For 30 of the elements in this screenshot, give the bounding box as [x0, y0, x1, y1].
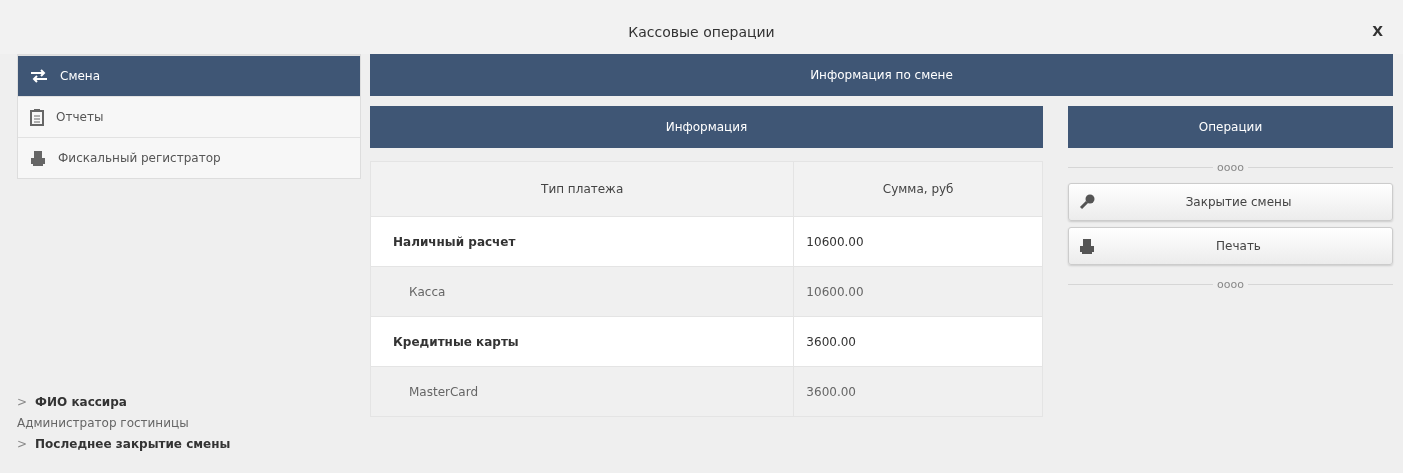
printer-icon — [1079, 238, 1095, 254]
section-header: Информация по смене — [370, 54, 1393, 96]
column-header: Сумма, руб — [793, 161, 1043, 217]
key-icon — [1079, 194, 1095, 210]
separator-ornament: oooo — [1217, 278, 1244, 291]
table-cell: Наличный расчет — [370, 216, 794, 267]
sidebar-item[interactable]: Фискальный регистратор — [18, 137, 360, 178]
column-header: Тип платежа — [370, 161, 794, 217]
table-cell: MasterCard — [370, 366, 794, 417]
separator-ornament: oooo — [1217, 161, 1244, 174]
table-cell: Касса — [370, 266, 794, 317]
clipboard-icon — [30, 108, 44, 126]
printer-icon — [30, 150, 46, 166]
section-toggle[interactable]: > ФИО кассира — [17, 392, 361, 413]
cashier-name: Администратор гостиницы — [17, 415, 190, 432]
operations-header: Операции — [1068, 106, 1393, 148]
table-cell: 10600.00 — [793, 216, 1043, 267]
section-toggle[interactable]: > Последнее закрытие смены — [17, 434, 361, 455]
swap-icon — [30, 69, 48, 83]
table-cell: 3600.00 — [793, 366, 1043, 417]
table-cell: 10600.00 — [793, 266, 1043, 317]
table-cell: Кредитные карты — [370, 316, 794, 367]
operation-button[interactable]: Печать — [1068, 227, 1393, 265]
sidebar-item[interactable]: Отчеты — [18, 96, 360, 137]
operation-button[interactable]: Закрытие смены — [1068, 183, 1393, 221]
table-cell: 3600.00 — [793, 316, 1043, 367]
info-header: Информация — [370, 106, 1043, 148]
sidebar-item[interactable]: Смена — [18, 55, 360, 96]
window-title: Кассовые операции — [628, 24, 775, 40]
close-button[interactable]: X — [1366, 22, 1389, 40]
